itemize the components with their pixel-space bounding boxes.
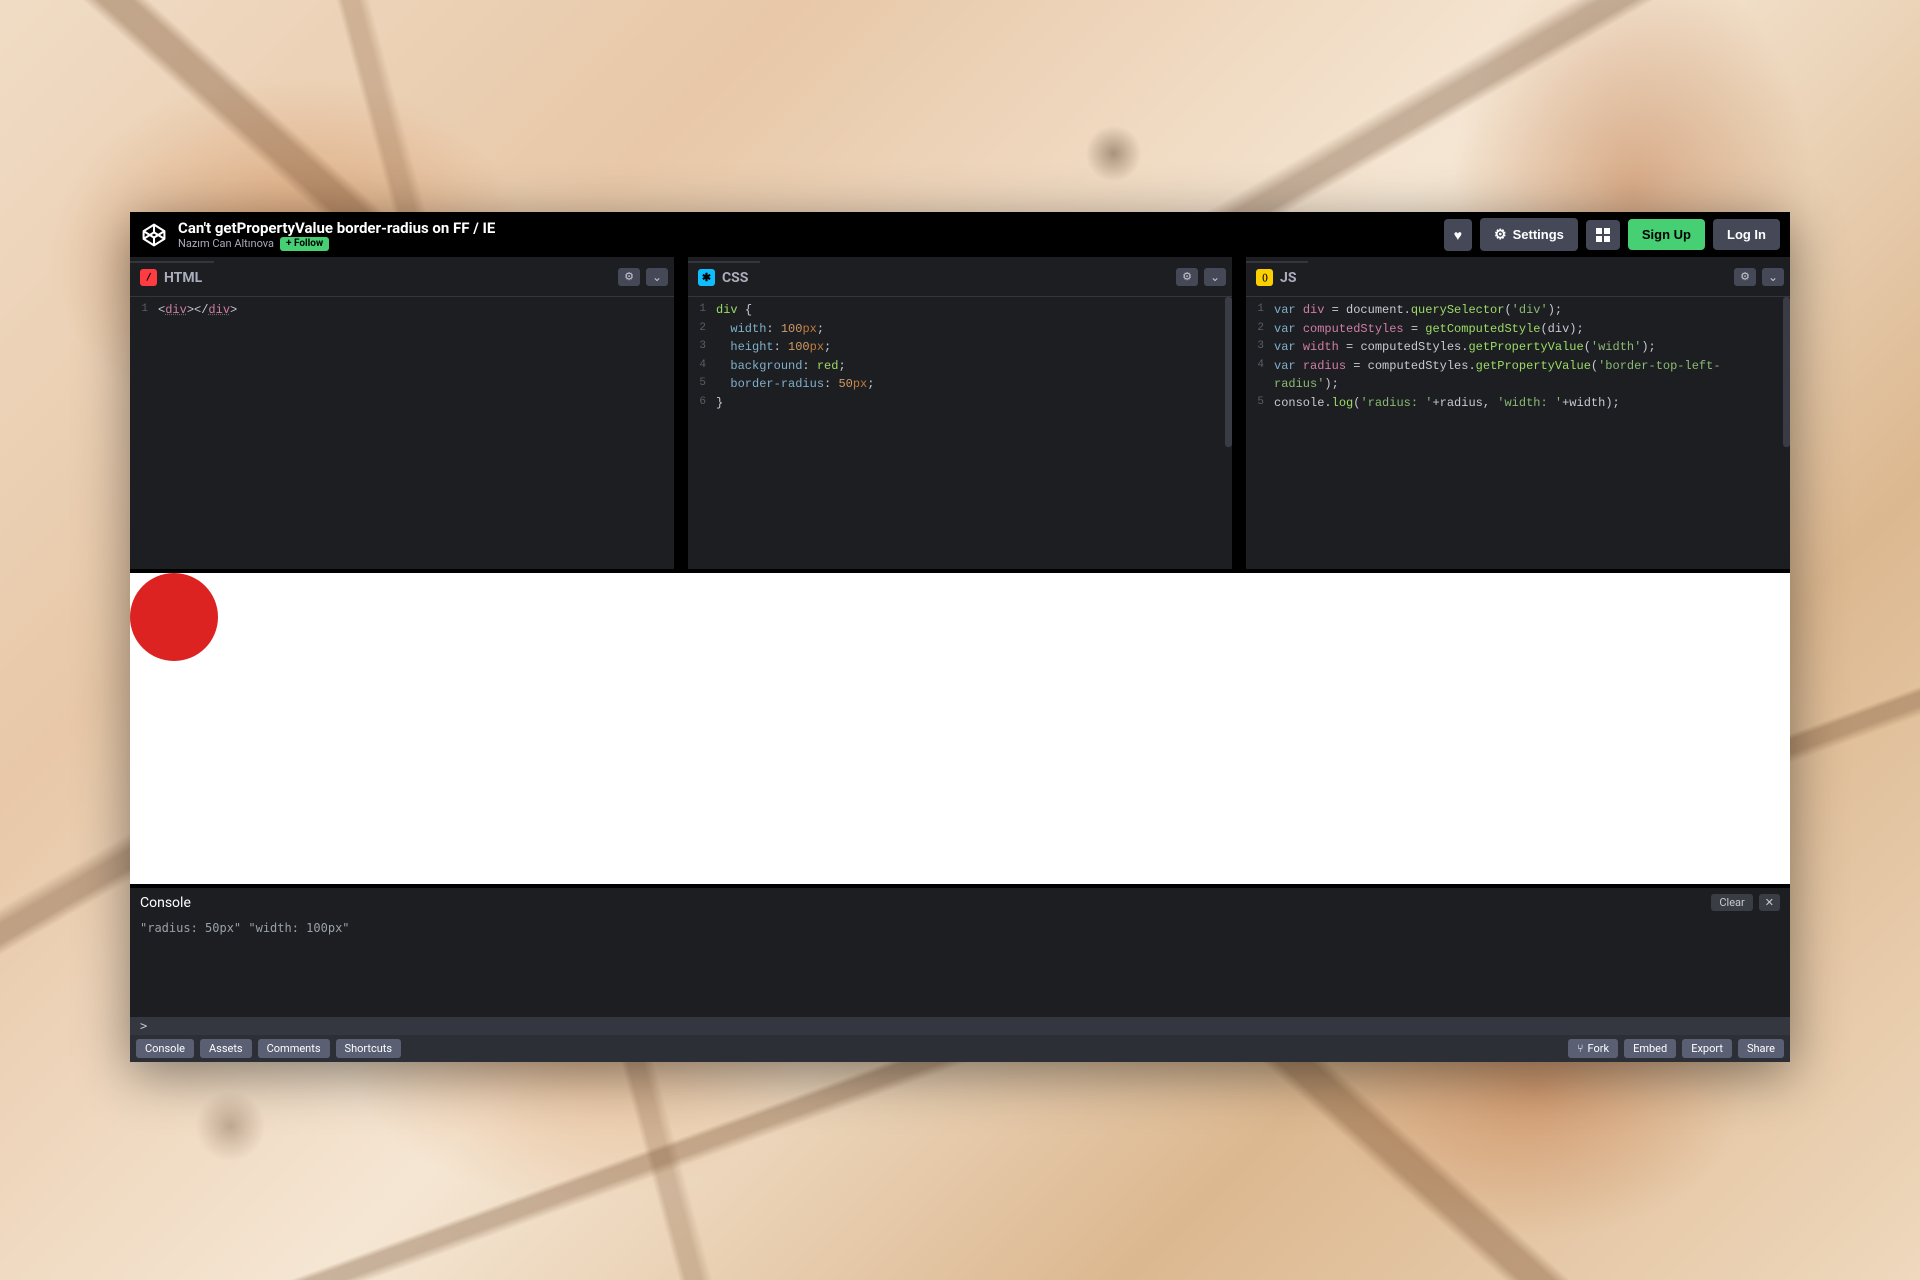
header-actions: Settings Sign Up Log In [1444, 218, 1780, 251]
js-pane-header: JS [1246, 257, 1790, 297]
js-scrollbar[interactable] [1783, 297, 1790, 447]
settings-button[interactable]: Settings [1480, 218, 1578, 251]
js-pane: JS 1var div = document.querySelector('di… [1246, 257, 1790, 569]
result-preview[interactable] [130, 569, 1790, 888]
html-pane-header: HTML [130, 257, 674, 297]
gear-icon [1494, 226, 1507, 243]
html-dropdown-icon[interactable] [646, 268, 668, 286]
editors-row: HTML 1<div></div> CSS [130, 257, 1790, 569]
css-tab[interactable]: CSS [688, 261, 760, 292]
settings-label: Settings [1513, 227, 1564, 242]
fork-label: Fork [1588, 1042, 1610, 1055]
html-badge-icon [140, 269, 157, 286]
html-tab-label: HTML [164, 270, 202, 286]
rendered-circle [130, 573, 218, 661]
footer-console-button[interactable]: Console [136, 1039, 194, 1058]
css-pane: CSS 1div { 2 width: 100px; 3 height: 100… [688, 257, 1232, 569]
js-editor[interactable]: 1var div = document.querySelector('div')… [1246, 297, 1790, 569]
css-settings-icon[interactable] [1176, 268, 1198, 286]
signup-button[interactable]: Sign Up [1628, 219, 1705, 250]
title-block: Can't getPropertyValue border-radius on … [178, 219, 1444, 251]
follow-button[interactable]: + Follow [280, 237, 329, 251]
footer-comments-button[interactable]: Comments [258, 1039, 330, 1058]
css-dropdown-icon[interactable] [1204, 268, 1226, 286]
html-pane: HTML 1<div></div> [130, 257, 674, 569]
console-output: "radius: 50px" "width: 100px" [130, 917, 1790, 1017]
codepen-logo-icon[interactable] [140, 221, 168, 249]
console-close-button[interactable]: ✕ [1759, 894, 1780, 911]
css-pane-header: CSS [688, 257, 1232, 297]
footer-share-button[interactable]: Share [1738, 1039, 1784, 1058]
header: Can't getPropertyValue border-radius on … [130, 212, 1790, 257]
css-tab-label: CSS [722, 270, 748, 286]
js-tab-label: JS [1280, 270, 1296, 286]
love-button[interactable] [1444, 219, 1472, 251]
codepen-window: Can't getPropertyValue border-radius on … [130, 212, 1790, 1062]
html-editor[interactable]: 1<div></div> [130, 297, 674, 569]
footer-embed-button[interactable]: Embed [1624, 1039, 1676, 1058]
html-settings-icon[interactable] [618, 268, 640, 286]
console-header: Console Clear ✕ [130, 888, 1790, 917]
console-prompt[interactable]: > [130, 1017, 1790, 1035]
js-badge-icon [1256, 269, 1273, 286]
footer-export-button[interactable]: Export [1682, 1039, 1732, 1058]
footer-bar: Console Assets Comments Shortcuts Fork E… [130, 1035, 1790, 1062]
css-badge-icon [698, 269, 715, 286]
grid-icon [1596, 228, 1610, 242]
console-panel: Console Clear ✕ "radius: 50px" "width: 1… [130, 888, 1790, 1035]
html-tab[interactable]: HTML [130, 261, 214, 292]
fork-icon [1577, 1042, 1584, 1055]
js-dropdown-icon[interactable] [1762, 268, 1784, 286]
console-clear-button[interactable]: Clear [1711, 894, 1752, 911]
css-editor[interactable]: 1div { 2 width: 100px; 3 height: 100px; … [688, 297, 1232, 569]
pen-title: Can't getPropertyValue border-radius on … [178, 219, 1444, 237]
login-button[interactable]: Log In [1713, 219, 1780, 250]
console-title: Console [140, 895, 191, 911]
footer-assets-button[interactable]: Assets [200, 1039, 252, 1058]
js-tab[interactable]: JS [1246, 261, 1308, 292]
view-switch-button[interactable] [1586, 220, 1620, 250]
author-name[interactable]: Nazım Can Altınova [178, 237, 274, 250]
css-scrollbar[interactable] [1225, 297, 1232, 447]
js-settings-icon[interactable] [1734, 268, 1756, 286]
footer-fork-button[interactable]: Fork [1568, 1039, 1618, 1058]
footer-shortcuts-button[interactable]: Shortcuts [336, 1039, 402, 1058]
